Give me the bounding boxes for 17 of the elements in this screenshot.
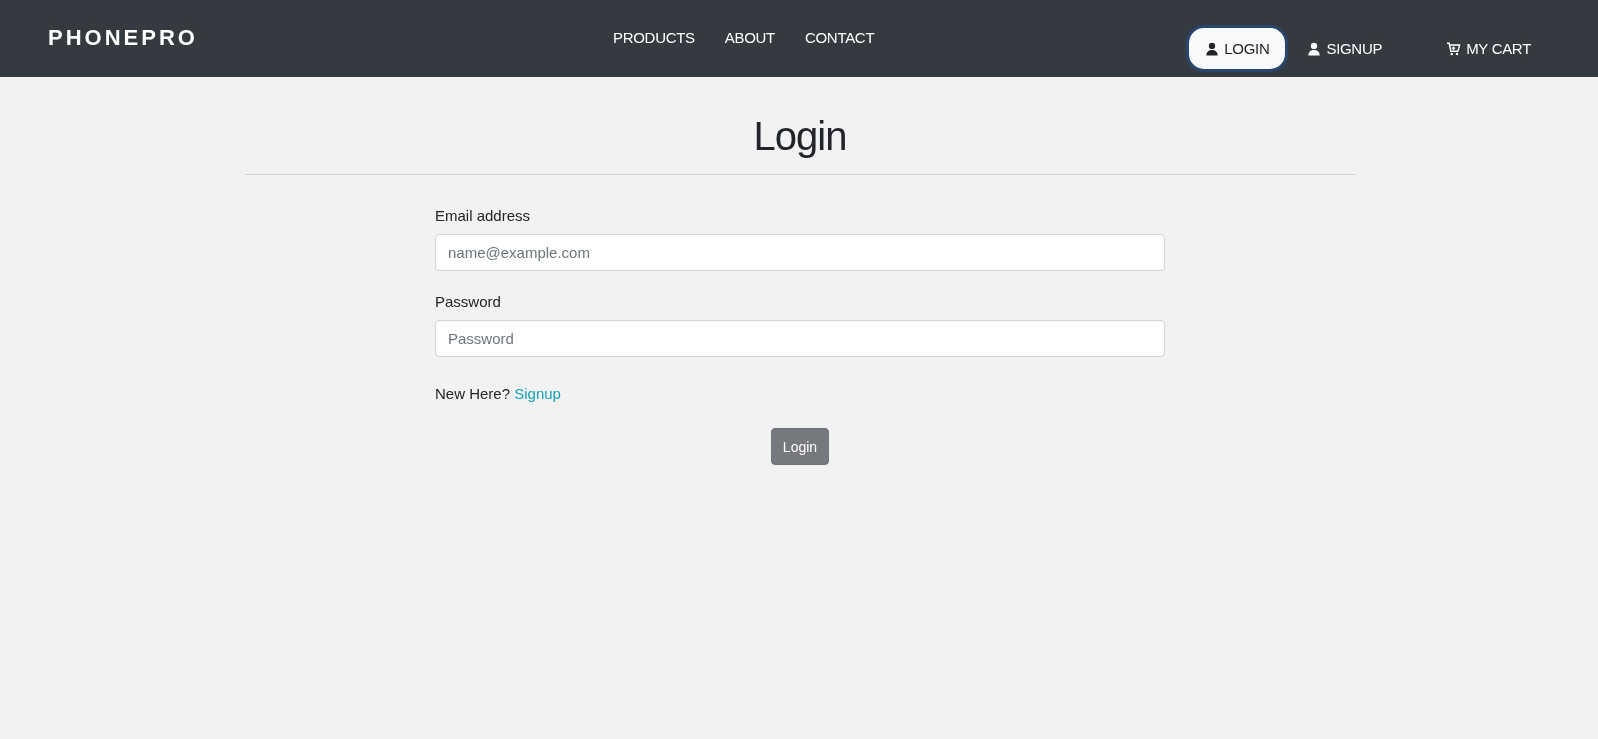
input-field[interactable]: name@example.com (435, 234, 1165, 271)
login-button[interactable]: Login (770, 428, 830, 465)
input-field[interactable]: Password (435, 320, 1165, 357)
signup-prompt: New Here? Signup (435, 385, 562, 402)
page-title: Login (752, 113, 848, 160)
nav-button[interactable]: LOGIN (1186, 25, 1289, 72)
user-icon (1205, 41, 1220, 56)
nav-link[interactable]: CONTACT (804, 29, 875, 46)
nav-button[interactable]: SIGNUP (1288, 25, 1402, 72)
nav-link[interactable]: PRODUCTS (613, 29, 695, 46)
brand-logo[interactable]: PHONEPRO (48, 25, 613, 51)
field-label: Email address (435, 207, 532, 224)
nav-link[interactable]: ABOUT (724, 29, 775, 46)
cart-icon (1446, 41, 1462, 56)
user-icon (1307, 41, 1322, 56)
field-label: Password (435, 293, 502, 310)
cart-link[interactable]: MY CART (1427, 25, 1550, 72)
